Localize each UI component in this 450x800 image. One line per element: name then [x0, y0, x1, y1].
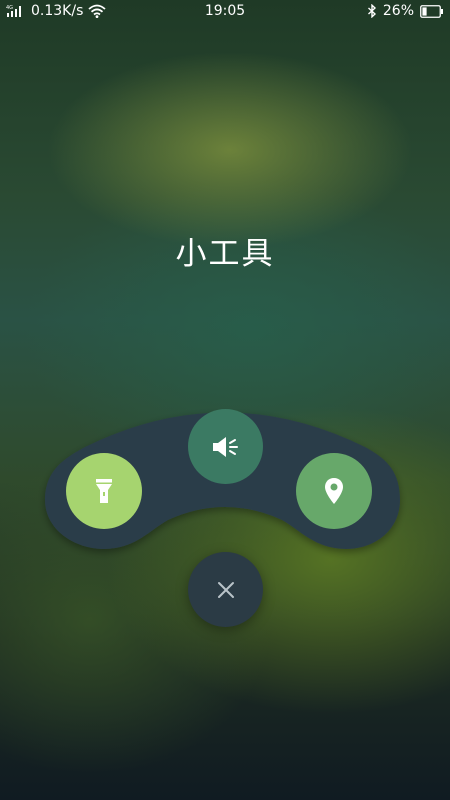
close-icon [217, 581, 235, 599]
page-title: 小工具 [175, 236, 275, 272]
bluetooth-icon [367, 4, 377, 18]
close-button[interactable] [188, 552, 263, 627]
location-pin-icon [323, 477, 345, 505]
flashlight-icon [93, 477, 115, 505]
battery-percent: 26% [382, 3, 414, 19]
status-bar: 4G 0.13K/s 19:05 26% [0, 0, 450, 24]
sound-button[interactable] [188, 409, 263, 484]
location-button[interactable] [296, 453, 372, 529]
flashlight-button[interactable] [66, 453, 142, 529]
battery-icon [420, 4, 444, 18]
status-right: 26% [367, 3, 444, 19]
tool-panel [45, 412, 400, 549]
speaker-icon [211, 434, 241, 460]
